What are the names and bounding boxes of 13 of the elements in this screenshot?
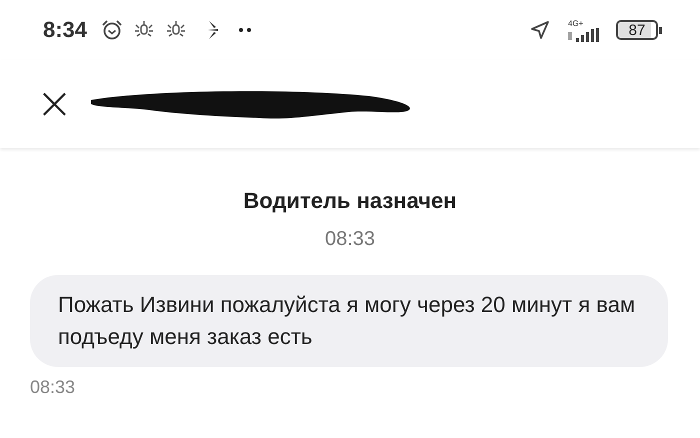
close-button[interactable]: × (30, 84, 79, 124)
more-notifications-icon (239, 28, 252, 32)
battery-indicator: 87 (616, 20, 658, 40)
status-time: 8:34 (43, 17, 88, 43)
spark-icon (207, 19, 220, 41)
message-bubble: Пожать Извини пожалуйста я могу через 20 минут я вам подъеду меня заказ есть (30, 275, 668, 367)
network-type: 4G+ (568, 18, 584, 28)
event-title: Водитель назначен (243, 188, 457, 214)
location-arrow-icon (530, 20, 550, 40)
alarm-clock-icon (101, 19, 124, 41)
message-time: 08:33 (30, 377, 76, 398)
event-time: 08:33 (324, 228, 376, 251)
signal-icon (568, 28, 602, 42)
